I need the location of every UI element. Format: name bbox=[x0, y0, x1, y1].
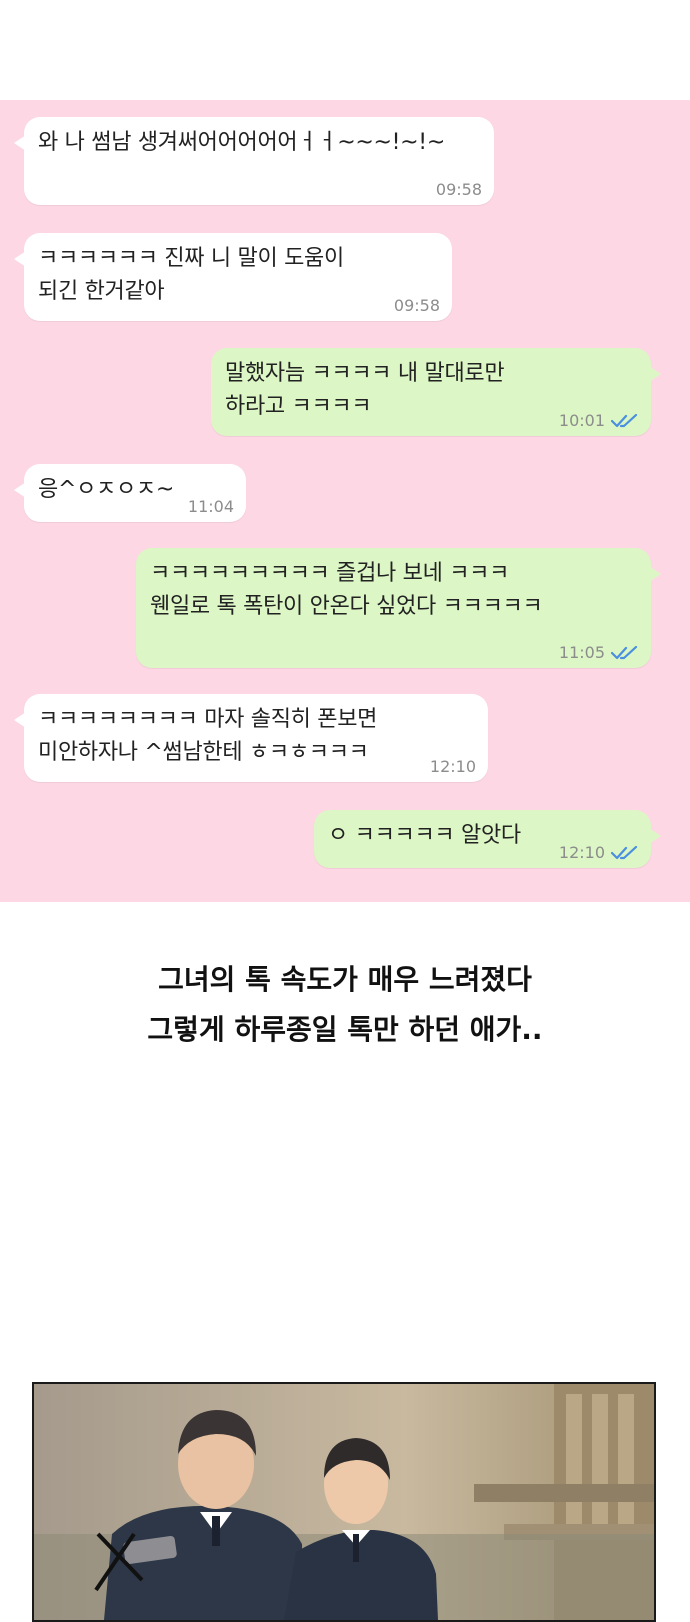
message-time: 11:04 bbox=[187, 497, 234, 516]
double-check-icon bbox=[611, 413, 638, 427]
double-check-icon bbox=[611, 845, 638, 859]
incoming-message: ㅋㅋㅋㅋㅋㅋㅋㅋ 마자 솔직히 폰보면 미안하자나 ^썸남한테 ㅎㅋㅎㅋㅋㅋ 1… bbox=[14, 694, 488, 782]
message-time: 09:58 bbox=[393, 296, 440, 315]
message-meta: 12:10 bbox=[430, 757, 476, 776]
chat-screenshot: 와 나 썸남 생겨써어어어어어ㅓㅓ~~~!~!~ 09:58 ㅋㅋㅋㅋㅋㅋ 진짜… bbox=[0, 100, 690, 902]
incoming-message: ㅋㅋㅋㅋㅋㅋ 진짜 니 말이 도움이 되긴 한거같아 09:58 bbox=[14, 233, 452, 321]
message-text: ㅋㅋㅋㅋㅋㅋㅋㅋ 마자 솔직히 폰보면 미안하자나 ^썸남한테 ㅎㅋㅎㅋㅋㅋ bbox=[38, 707, 378, 765]
message-text: ㅋㅋㅋㅋㅋㅋㅋㅋㅋ 즐겁나 보네 ㅋㅋㅋ 웬일로 톡 폭탄이 안온다 싶었다 ㅋ… bbox=[150, 561, 543, 619]
message-meta: 11:05 bbox=[559, 643, 639, 662]
outgoing-message: 말했자늠 ㅋㅋㅋㅋ 내 말대로만 하라고 ㅋㅋㅋㅋ 10:01 bbox=[211, 348, 661, 436]
message-meta: 09:58 bbox=[436, 180, 482, 199]
double-check-icon bbox=[611, 645, 638, 659]
illustration bbox=[34, 1384, 654, 1620]
message-time: 11:05 bbox=[558, 643, 605, 662]
incoming-message: 응^ㅇㅈㅇㅈ~ 11:04 bbox=[14, 464, 246, 522]
message-meta: 10:01 bbox=[559, 411, 639, 430]
incoming-message: 와 나 썸남 생겨써어어어어어ㅓㅓ~~~!~!~ 09:58 bbox=[14, 117, 494, 205]
message-time: 12:10 bbox=[558, 843, 605, 862]
message-meta: 11:04 bbox=[188, 497, 234, 516]
caption-line: 그렇게 하루종일 톡만 하던 애가.. bbox=[147, 1013, 543, 1046]
message-text: 와 나 썸남 생겨써어어어어어ㅓㅓ~~~!~!~ bbox=[38, 130, 445, 155]
message-meta: 09:58 bbox=[394, 296, 440, 315]
narration-caption: 그녀의 톡 속도가 매우 느려졌다 그렇게 하루종일 톡만 하던 애가.. bbox=[0, 955, 690, 1055]
comic-panel-illustration bbox=[32, 1382, 656, 1622]
caption-line: 그녀의 톡 속도가 매우 느려졌다 bbox=[158, 963, 532, 996]
message-time: 10:01 bbox=[558, 411, 605, 430]
outgoing-message: ㅋㅋㅋㅋㅋㅋㅋㅋㅋ 즐겁나 보네 ㅋㅋㅋ 웬일로 톡 폭탄이 안온다 싶었다 ㅋ… bbox=[136, 548, 661, 668]
message-text: ㅋㅋㅋㅋㅋㅋ 진짜 니 말이 도움이 되긴 한거같아 bbox=[38, 246, 344, 304]
message-time: 12:10 bbox=[429, 757, 476, 776]
message-meta: 12:10 bbox=[559, 843, 639, 862]
outgoing-message: ㅇ ㅋㅋㅋㅋㅋ 알앗다 12:10 bbox=[314, 810, 661, 868]
message-time: 09:58 bbox=[435, 180, 482, 199]
